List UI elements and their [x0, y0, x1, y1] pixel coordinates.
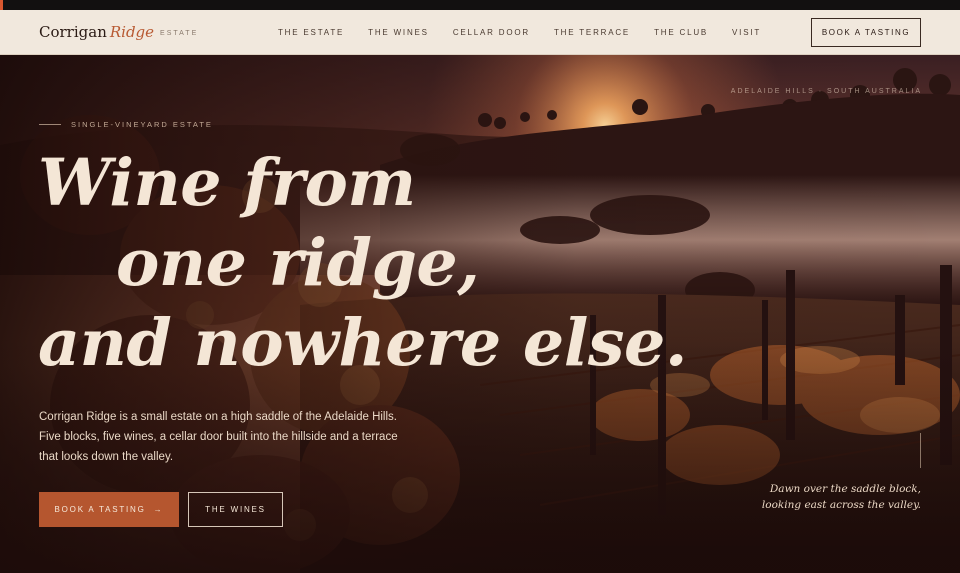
main-navigation: THE ESTATE THE WINES CELLAR DOOR THE TER… — [278, 28, 785, 37]
nav-link-the-terrace[interactable]: THE TERRACE — [554, 28, 630, 37]
brand-logo[interactable]: Corrigan Ridge ESTATE — [39, 23, 198, 41]
hero-section: ADELAIDE HILLS · SOUTH AUSTRALIA SINGLE-… — [0, 55, 960, 573]
brand-name-primary: Corrigan — [39, 23, 107, 41]
hero-eyebrow: SINGLE-VINEYARD ESTATE — [39, 120, 213, 129]
eyebrow-rule — [39, 124, 61, 125]
scroll-indicator-line — [920, 433, 921, 468]
book-tasting-hero-button[interactable]: BOOK A TASTING → — [39, 492, 179, 527]
book-tasting-hero-label: BOOK A TASTING — [54, 505, 146, 514]
arrow-right-icon: → — [153, 505, 164, 514]
nav-link-the-estate[interactable]: THE ESTATE — [278, 28, 344, 37]
top-strip-accent — [0, 0, 3, 10]
hero-headline: Wine from one ridge, and nowhere else. — [38, 143, 688, 383]
headline-line-3: and nowhere else. — [38, 305, 688, 381]
nav-link-the-wines[interactable]: THE WINES — [368, 28, 429, 37]
hero-description: Corrigan Ridge is a small estate on a hi… — [39, 411, 398, 463]
nav-link-visit[interactable]: VISIT — [732, 28, 761, 37]
nav-link-cellar-door[interactable]: CELLAR DOOR — [453, 28, 530, 37]
the-wines-hero-button[interactable]: THE WINES — [188, 492, 283, 527]
nav-link-the-club[interactable]: THE CLUB — [654, 28, 708, 37]
headline-line-1: Wine from — [38, 145, 416, 221]
hero-location-label: ADELAIDE HILLS · SOUTH AUSTRALIA — [730, 88, 922, 95]
top-strip — [0, 0, 960, 10]
caption-line-1: Dawn over the saddle block, — [769, 483, 921, 495]
eyebrow-text: SINGLE-VINEYARD ESTATE — [71, 120, 213, 129]
caption-line-2: looking east across the valley. — [761, 499, 921, 511]
hero-photo-caption: Dawn over the saddle block, looking east… — [762, 481, 921, 513]
book-tasting-nav-button[interactable]: BOOK A TASTING — [811, 18, 921, 47]
brand-name-accent: Ridge — [109, 23, 155, 41]
site-header: Corrigan Ridge ESTATE THE ESTATE THE WINES… — [0, 10, 960, 55]
brand-name-suffix: ESTATE — [160, 30, 199, 37]
headline-line-2: one ridge, — [116, 225, 480, 301]
